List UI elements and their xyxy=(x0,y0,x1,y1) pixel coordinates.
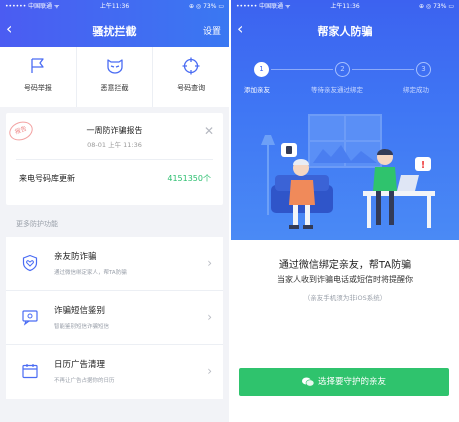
feature-subtitle: 通过微信绑定家人，帮TA防骗 xyxy=(54,270,127,276)
description: 通过微信绑定亲友，帮TA防骗 当家人收到诈骗电话或短信时将提醒你 （亲友手机须为… xyxy=(231,256,459,302)
feature-subtitle: 智能鉴别短信诈骗短信 xyxy=(54,324,110,330)
step-2-indicator: 2 xyxy=(335,62,350,77)
step-connector xyxy=(352,69,414,70)
status-bar: •••••• 中国联通 ᯤ 上午11:36 ⊕ ◎ 73% ▭ xyxy=(231,0,459,14)
weekly-report-card[interactable]: 报告 一周防诈骗报告 08-01 上午 11:36 ✕ 来电号码库更新 4151… xyxy=(6,113,223,205)
step-3-label: 绑定成功 xyxy=(403,86,429,94)
report-title: 一周防诈骗报告 xyxy=(86,126,143,135)
hero-banner: •••••• 中国联通 ᯤ 上午11:36 ⊕ ◎ 73% ▭ ‹ 帮家人防骗 … xyxy=(231,0,459,240)
step-1-label: 添加亲友 xyxy=(244,86,270,94)
message-scan-icon xyxy=(22,310,38,326)
chevron-right-icon: › xyxy=(207,310,212,324)
feature-list: 亲友防诈骗 通过微信绑定家人，帮TA防骗 › 诈骗短信鉴别 智能鉴别短信诈骗短信… xyxy=(6,237,223,399)
nav-bar: ‹ 帮家人防骗 xyxy=(231,14,459,47)
feature-calendar-cleanup[interactable]: 日历广告清理 不再让广告占据你的日历 › xyxy=(6,345,223,399)
calendar-icon xyxy=(22,364,38,379)
feature-title: 亲友防诈骗 xyxy=(54,252,97,262)
description-subtitle: 当家人收到诈骗电话或短信时将提醒你 xyxy=(277,275,413,284)
status-bar: •••••• 中国联通 ᯤ 上午11:36 ⊕ ◎ 73% ▭ xyxy=(0,0,229,14)
step-3-indicator: 3 xyxy=(416,62,431,77)
quick-action-label: 恶意拦截 xyxy=(100,84,129,92)
feature-title: 日历广告清理 xyxy=(54,360,106,370)
chevron-right-icon: › xyxy=(207,364,212,378)
description-note: （亲友手机须为非iOS系统） xyxy=(303,294,387,302)
settings-button[interactable]: 设置 xyxy=(203,24,221,37)
flag-icon xyxy=(31,58,44,73)
progress-steps: 1 2 3 添加亲友 等待亲友通过绑定 绑定成功 xyxy=(231,62,459,102)
step-2-label: 等待亲友通过绑定 xyxy=(311,86,363,94)
family-illustration: ! xyxy=(261,114,435,229)
wechat-icon xyxy=(301,377,315,387)
quick-actions: 号码举报 恶意拦截 号码查询 xyxy=(0,47,229,107)
feature-family-anti-fraud[interactable]: 亲友防诈骗 通过微信绑定家人，帮TA防骗 › xyxy=(6,237,223,291)
nav-bar: ‹ 骚扰拦截 设置 xyxy=(0,14,229,47)
quick-action-label: 号码举报 xyxy=(23,84,52,92)
number-lookup-button[interactable]: 号码查询 xyxy=(153,47,229,107)
feature-sms-detection[interactable]: 诈骗短信鉴别 智能鉴别短信诈骗短信 › xyxy=(6,291,223,345)
page-title: 骚扰拦截 xyxy=(92,25,137,38)
feature-title: 诈骗短信鉴别 xyxy=(54,306,106,316)
choose-contact-button[interactable]: 选择要守护的亲友 xyxy=(239,368,449,396)
database-update-count: 4151350个 xyxy=(167,174,211,183)
close-icon[interactable]: ✕ xyxy=(204,125,214,137)
mask-icon xyxy=(106,59,123,74)
feature-subtitle: 不再让广告占据你的日历 xyxy=(54,378,115,384)
battery-indicator: ⊕ ◎ 73% ▭ xyxy=(189,3,224,10)
header: •••••• 中国联通 ᯤ 上午11:36 ⊕ ◎ 73% ▭ ‹ 骚扰拦截 设… xyxy=(0,0,229,47)
heart-shield-icon xyxy=(22,254,38,272)
report-number-button[interactable]: 号码举报 xyxy=(0,47,77,107)
section-title: 更多防护功能 xyxy=(16,220,58,228)
family-protection-screen: •••••• 中国联通 ᯤ 上午11:36 ⊕ ◎ 73% ▭ ‹ 帮家人防骗 … xyxy=(231,0,459,422)
database-update-label: 来电号码库更新 xyxy=(19,174,75,183)
cta-label: 选择要守护的亲友 xyxy=(317,377,386,387)
quick-action-label: 号码查询 xyxy=(177,84,206,92)
chevron-right-icon: › xyxy=(207,256,212,270)
battery-indicator: ⊕ ◎ 73% ▭ xyxy=(419,3,454,10)
header: •••••• 中国联通 ᯤ 上午11:36 ⊕ ◎ 73% ▭ ‹ 帮家人防骗 xyxy=(231,0,459,47)
target-icon xyxy=(182,57,200,75)
page-title: 帮家人防骗 xyxy=(317,25,373,38)
step-connector xyxy=(271,69,333,70)
description-title: 通过微信绑定亲友，帮TA防骗 xyxy=(278,260,412,271)
report-date: 08-01 上午 11:36 xyxy=(87,141,142,149)
divider xyxy=(16,159,213,160)
step-1-indicator: 1 xyxy=(254,62,269,77)
harassment-block-screen: •••••• 中国联通 ᯤ 上午11:36 ⊕ ◎ 73% ▭ ‹ 骚扰拦截 设… xyxy=(0,0,229,422)
malicious-block-button[interactable]: 恶意拦截 xyxy=(77,47,154,107)
svg-text:!: ! xyxy=(421,160,426,171)
